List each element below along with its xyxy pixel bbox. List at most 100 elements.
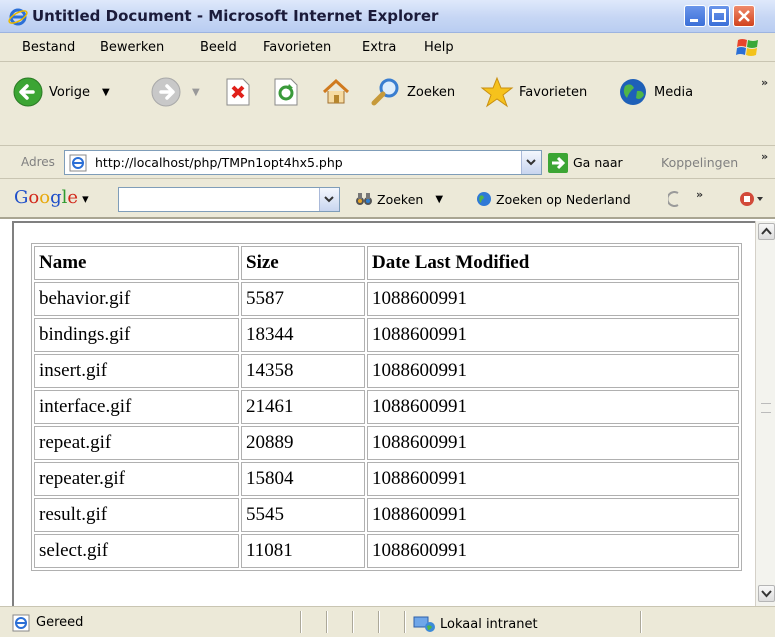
- status-divider: [326, 611, 328, 633]
- search-icon: [371, 78, 399, 106]
- close-button[interactable]: [733, 5, 755, 27]
- page-done-icon: [12, 614, 30, 632]
- minimize-icon: [690, 19, 698, 22]
- title-bar[interactable]: Untitled Document - Microsoft Internet E…: [0, 0, 775, 33]
- address-input[interactable]: http://localhost/php/TMPn1opt4hx5.php: [64, 150, 542, 175]
- status-divider: [404, 611, 406, 633]
- menu-extra[interactable]: Extra: [362, 40, 396, 55]
- menu-help[interactable]: Help: [424, 40, 454, 55]
- menu-bestand[interactable]: Bestand: [22, 40, 75, 55]
- back-arrow-icon: [13, 77, 43, 107]
- cell-size: 21461: [241, 390, 365, 424]
- google-logo[interactable]: Google ▾: [14, 187, 89, 208]
- page-content: Name Size Date Last Modified behavior.gi…: [12, 221, 755, 606]
- favorites-label: Favorieten: [519, 84, 588, 100]
- menu-beeld[interactable]: Beeld: [200, 40, 237, 55]
- cell-size: 18344: [241, 318, 365, 352]
- minimize-button[interactable]: [684, 5, 706, 27]
- go-label: Ga naar: [573, 155, 623, 170]
- chevron-down-icon: [324, 196, 334, 203]
- security-zone: Lokaal intranet: [412, 615, 538, 633]
- scroll-down-button[interactable]: [758, 585, 775, 602]
- table-row: insert.gif 14358 1088600991: [34, 354, 739, 388]
- chevron-up-icon: [761, 227, 772, 235]
- status-bar: Gereed Lokaal intranet: [0, 606, 775, 637]
- google-search-nl-button[interactable]: Zoeken op Nederland: [476, 191, 631, 207]
- status-divider: [640, 611, 642, 633]
- cell-date: 1088600991: [367, 390, 739, 424]
- cell-name: insert.gif: [34, 354, 239, 388]
- cell-date: 1088600991: [367, 354, 739, 388]
- table-row: behavior.gif 5587 1088600991: [34, 282, 739, 316]
- google-search-button[interactable]: Zoeken ▼: [355, 191, 443, 207]
- status-text: Gereed: [36, 615, 84, 630]
- links-overflow-chevron[interactable]: »: [761, 150, 768, 163]
- cell-name: select.gif: [34, 534, 239, 568]
- status-divider: [352, 611, 354, 633]
- file-table: Name Size Date Last Modified behavior.gi…: [31, 243, 742, 571]
- forward-arrow-icon: [151, 77, 181, 107]
- scroll-up-button[interactable]: [758, 223, 775, 240]
- cell-size: 15804: [241, 462, 365, 496]
- google-search-label: Zoeken: [377, 191, 424, 207]
- column-header-date: Date Last Modified: [367, 246, 739, 280]
- favorites-button[interactable]: Favorieten: [480, 74, 587, 110]
- ie-logo-icon: [8, 8, 28, 26]
- forward-dropdown-icon[interactable]: ▼: [192, 87, 200, 98]
- back-button[interactable]: Vorige ▼: [12, 74, 110, 110]
- table-row: bindings.gif 18344 1088600991: [34, 318, 739, 352]
- column-header-size: Size: [241, 246, 365, 280]
- forward-button[interactable]: ▼: [150, 74, 200, 110]
- cell-date: 1088600991: [367, 462, 739, 496]
- search-button[interactable]: Zoeken: [370, 74, 455, 110]
- cell-name: bindings.gif: [34, 318, 239, 352]
- media-globe-icon: [620, 79, 646, 105]
- go-button[interactable]: Ga naar: [547, 150, 623, 175]
- status-divider: [378, 611, 380, 633]
- standard-toolbar: Vorige ▼ ▼ Zoeken Favorieten Media »: [0, 62, 775, 146]
- cell-name: interface.gif: [34, 390, 239, 424]
- cell-size: 11081: [241, 534, 365, 568]
- home-icon: [322, 78, 350, 104]
- google-search-dropdown[interactable]: [319, 188, 339, 211]
- refresh-button[interactable]: [272, 74, 300, 110]
- page-ie-icon: [69, 154, 87, 172]
- back-label: Vorige: [49, 84, 91, 100]
- cell-size: 5545: [241, 498, 365, 532]
- tools-icon[interactable]: [738, 190, 764, 208]
- cell-date: 1088600991: [367, 318, 739, 352]
- toolbar-overflow-chevron[interactable]: »: [761, 76, 768, 89]
- pagerank-icon[interactable]: [668, 191, 682, 207]
- google-toolbar: Google ▾ Zoeken ▼ Zoeken op Nederland »: [0, 179, 775, 219]
- cell-date: 1088600991: [367, 498, 739, 532]
- google-search-input[interactable]: [118, 187, 340, 212]
- security-zone-label: Lokaal intranet: [440, 616, 538, 632]
- address-dropdown-button[interactable]: [521, 151, 541, 174]
- menu-favorieten[interactable]: Favorieten: [263, 40, 331, 55]
- cell-date: 1088600991: [367, 282, 739, 316]
- google-search-dropdown-icon[interactable]: ▼: [435, 194, 443, 205]
- windows-flag-icon: [736, 39, 758, 56]
- media-button[interactable]: Media: [617, 74, 693, 110]
- google-overflow-chevron[interactable]: »: [696, 188, 703, 201]
- column-header-name: Name: [34, 246, 239, 280]
- vertical-scrollbar[interactable]: [755, 221, 775, 606]
- stop-icon: [226, 78, 250, 106]
- menu-bewerken[interactable]: Bewerken: [100, 40, 164, 55]
- maximize-icon: [712, 9, 726, 22]
- cell-name: result.gif: [34, 498, 239, 532]
- back-dropdown-icon[interactable]: ▼: [102, 87, 110, 98]
- links-label[interactable]: Koppelingen: [661, 155, 738, 170]
- stop-button[interactable]: [224, 74, 252, 110]
- maximize-button[interactable]: [708, 5, 730, 27]
- address-label: Adres: [21, 155, 55, 169]
- window-title: Untitled Document - Microsoft Internet E…: [32, 7, 439, 25]
- home-button[interactable]: [320, 74, 352, 110]
- go-arrow-icon: [548, 152, 568, 173]
- status-divider: [300, 611, 302, 633]
- table-row: interface.gif 21461 1088600991: [34, 390, 739, 424]
- address-url: http://localhost/php/TMPn1opt4hx5.php: [95, 155, 343, 170]
- table-header-row: Name Size Date Last Modified: [34, 246, 739, 280]
- table-row: select.gif 11081 1088600991: [34, 534, 739, 568]
- chevron-down-icon: [526, 159, 536, 166]
